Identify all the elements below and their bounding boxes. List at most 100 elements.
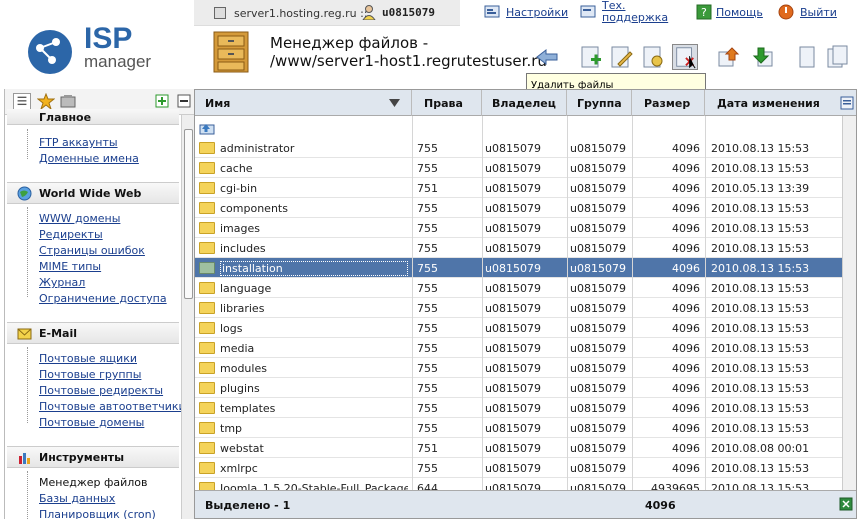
edit-icon[interactable]	[608, 44, 634, 70]
file-name-cell: components	[220, 202, 288, 215]
sidebar-item-databases[interactable]: Базы данных	[39, 492, 115, 505]
sidebar-item-mailboxes[interactable]: Почтовые ящики	[39, 352, 137, 365]
group-cell: u0815079	[570, 222, 626, 235]
upload-icon[interactable]	[716, 44, 742, 70]
menu-tree-tab-icon[interactable]	[13, 93, 31, 110]
logout-link[interactable]: Выйти	[800, 6, 837, 19]
back-icon[interactable]	[534, 44, 560, 70]
column-divider	[482, 116, 483, 490]
column-permissions[interactable]: Права	[412, 90, 482, 116]
table-row[interactable]: cgi-bin 751 u0815079 u0815079 4096 2010.05.13…	[195, 178, 842, 198]
permissions-cell: 755	[417, 362, 438, 375]
help-icon[interactable]: ?	[696, 4, 712, 20]
table-row[interactable]: logs 755 u0815079 u0815079 4096 2010.08.13 15…	[195, 318, 842, 338]
column-owner[interactable]: Владелец	[482, 90, 567, 116]
download-icon[interactable]	[750, 44, 776, 70]
date-cell: 2010.08.13 15:53	[711, 422, 810, 435]
table-row[interactable]: Joomla_1.5.20-Stable-Full_Package 644 u081…	[195, 478, 842, 490]
sidebar-item-ftp-accounts[interactable]: FTP аккаунты	[39, 136, 118, 149]
sidebar-item-log[interactable]: Журнал	[39, 276, 85, 289]
group-cell: u0815079	[570, 182, 626, 195]
screens-tab-icon[interactable]	[59, 93, 77, 110]
folder-icon	[199, 222, 215, 234]
size-cell: 4096	[672, 222, 700, 235]
sidebar-item-cron[interactable]: Планировщик (cron)	[39, 508, 156, 519]
expand-all-icon[interactable]	[153, 93, 171, 110]
file-name-cell: cgi-bin	[220, 182, 258, 195]
folder-icon	[199, 302, 215, 314]
server-info: server1.hosting.reg.ru :: u0815079	[194, 0, 460, 26]
file-name-cell: plugins	[220, 382, 260, 395]
date-cell: 2010.08.13 15:53	[711, 222, 810, 235]
sidebar-item-autoresponders[interactable]: Почтовые автоответчики	[39, 400, 186, 413]
sidebar-scrollbar-thumb[interactable]	[184, 129, 193, 299]
table-row[interactable]: media 755 u0815079 u0815079 4096 2010.08.13 1…	[195, 338, 842, 358]
table-row[interactable]: language 755 u0815079 u0815079 4096 2010.08.1…	[195, 278, 842, 298]
date-cell: 2010.08.13 15:53	[711, 242, 810, 255]
settings-icon[interactable]	[484, 4, 500, 20]
sidebar-item-mail-groups[interactable]: Почтовые группы	[39, 368, 141, 381]
user-icon	[362, 5, 376, 20]
sidebar-item-www-domains[interactable]: WWW домены	[39, 212, 120, 225]
sidebar-scrollbar[interactable]	[181, 115, 195, 519]
tree-line	[27, 471, 28, 519]
owner-cell: u0815079	[485, 482, 541, 490]
column-group[interactable]: Группа	[567, 90, 632, 116]
sidebar-group-www[interactable]: World Wide Web	[7, 182, 179, 204]
table-row[interactable]: includes 755 u0815079 u0815079 4096 2010.08.1…	[195, 238, 842, 258]
sidebar-item-error-pages[interactable]: Страницы ошибок	[39, 244, 145, 257]
column-size[interactable]: Размер	[632, 90, 705, 116]
support-icon[interactable]	[580, 4, 596, 20]
sidebar-item-mail-redirects[interactable]: Почтовые редиректы	[39, 384, 163, 397]
table-row[interactable]: xmlrpc 755 u0815079 u0815079 4096 2010.08.13 …	[195, 458, 842, 478]
support-link[interactable]: Тех. поддержка	[602, 0, 668, 24]
owner-cell: u0815079	[485, 142, 541, 155]
new-file-icon[interactable]	[578, 44, 604, 70]
favorites-tab-icon[interactable]	[37, 93, 55, 110]
table-scrollbar[interactable]	[842, 116, 856, 490]
sidebar-item-domain-names[interactable]: Доменные имена	[39, 152, 139, 165]
file-manager-module-icon	[213, 31, 249, 73]
table-row[interactable]: plugins 755 u0815079 u0815079 4096 2010.08.13…	[195, 378, 842, 398]
table-row[interactable]: templates 755 u0815079 u0815079 4096 2010.08.…	[195, 398, 842, 418]
logout-icon[interactable]	[778, 4, 794, 20]
sidebar-group-tools[interactable]: Инструменты	[7, 446, 179, 468]
sidebar-group-main[interactable]: Главное	[7, 109, 179, 125]
column-date[interactable]: Дата изменения	[705, 90, 842, 116]
table-row[interactable]: images 755 u0815079 u0815079 4096 2010.08.13 …	[195, 218, 842, 238]
table-row[interactable]: libraries 755 u0815079 u0815079 4096 2010.08.…	[195, 298, 842, 318]
export-excel-icon[interactable]	[839, 497, 853, 511]
table-row[interactable]: components 755 u0815079 u0815079 4096 2010.08…	[195, 198, 842, 218]
sidebar-item-mail-domains[interactable]: Почтовые домены	[39, 416, 144, 429]
table-row[interactable]: administrator 755 u0815079 u0815079 4096 2010…	[195, 138, 842, 158]
group-cell: u0815079	[570, 262, 626, 275]
collapse-all-icon[interactable]	[175, 93, 193, 110]
sidebar-item-redirects[interactable]: Редиректы	[39, 228, 103, 241]
paste-icon[interactable]	[824, 44, 850, 70]
file-name-cell: logs	[220, 322, 243, 335]
sidebar-item-file-manager[interactable]: Менеджер файлов	[39, 476, 148, 489]
sidebar-item-mime-types[interactable]: MIME типы	[39, 260, 101, 273]
size-cell: 4096	[672, 262, 700, 275]
sidebar-group-email[interactable]: E-Mail	[7, 322, 179, 344]
delete-files-icon[interactable]	[672, 44, 698, 70]
page-title: Менеджер файлов -	[270, 34, 429, 52]
table-row[interactable]: installation 755 u0815079 u0815079 4096 2010.…	[195, 258, 842, 278]
table-row[interactable]: tmp 755 u0815079 u0815079 4096 2010.08.13 15:…	[195, 418, 842, 438]
column-name[interactable]: Имя	[195, 90, 412, 116]
properties-icon[interactable]	[640, 44, 666, 70]
table-row[interactable]: webstat 751 u0815079 u0815079 4096 2010.08.08…	[195, 438, 842, 458]
table-row[interactable]: cache 755 u0815079 u0815079 4096 2010.08.13 1…	[195, 158, 842, 178]
sidebar-item-access-restriction[interactable]: Ограничение доступа	[39, 292, 167, 305]
logo-manager-text: manager	[84, 52, 152, 71]
copy-icon[interactable]	[794, 44, 820, 70]
permissions-cell: 755	[417, 202, 438, 215]
column-settings-icon[interactable]	[840, 96, 854, 110]
date-cell: 2010.08.13 15:53	[711, 382, 810, 395]
settings-link[interactable]: Настройки	[506, 6, 568, 19]
folder-icon	[199, 342, 215, 354]
owner-cell: u0815079	[485, 422, 541, 435]
help-link[interactable]: Помощь	[716, 6, 763, 19]
table-row[interactable]: modules 755 u0815079 u0815079 4096 2010.08.13…	[195, 358, 842, 378]
group-cell: u0815079	[570, 362, 626, 375]
